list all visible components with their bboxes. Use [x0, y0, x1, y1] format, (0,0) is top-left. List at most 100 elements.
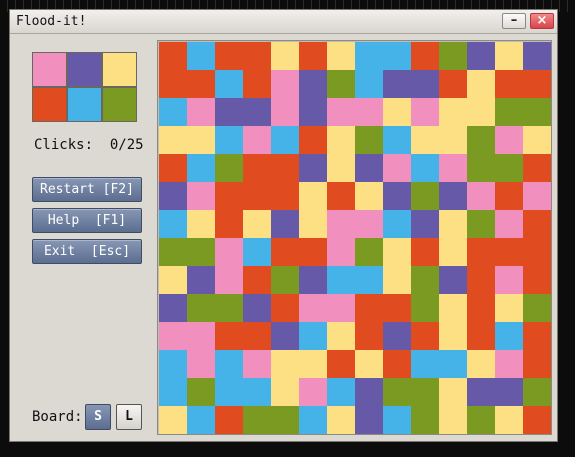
grid-cell [243, 238, 271, 266]
grid-cell [159, 154, 187, 182]
grid-cell [495, 70, 523, 98]
grid-cell [271, 42, 299, 70]
color-button-red[interactable] [32, 87, 67, 122]
grid-cell [523, 378, 551, 406]
clicks-counter: Clicks: 0/25 [34, 137, 144, 153]
grid-cell [271, 406, 299, 434]
grid-cell [159, 406, 187, 434]
grid-cell [383, 266, 411, 294]
grid-cell [383, 238, 411, 266]
grid-cell [383, 154, 411, 182]
help-button[interactable]: Help [F1] [32, 208, 142, 233]
grid-cell [271, 182, 299, 210]
restart-button[interactable]: Restart [F2] [32, 177, 142, 202]
board-small-button[interactable]: S [85, 404, 111, 430]
grid-cell [159, 266, 187, 294]
grid-cell [523, 70, 551, 98]
grid-cell [439, 322, 467, 350]
grid-cell [495, 98, 523, 126]
color-button-yellow[interactable] [102, 52, 137, 87]
grid-cell [327, 406, 355, 434]
grid-cell [215, 322, 243, 350]
grid-cell [299, 210, 327, 238]
grid-cell [495, 182, 523, 210]
grid-cell [271, 322, 299, 350]
grid-cell [187, 126, 215, 154]
grid-cell [187, 406, 215, 434]
close-button[interactable]: × [530, 13, 554, 29]
grid-cell [383, 70, 411, 98]
grid-cell [439, 210, 467, 238]
grid-cell [159, 238, 187, 266]
grid-cell [187, 350, 215, 378]
grid-cell [243, 322, 271, 350]
grid-cell [215, 238, 243, 266]
grid-cell [439, 238, 467, 266]
grid-cell [467, 378, 495, 406]
color-button-blue[interactable] [67, 87, 102, 122]
grid-cell [495, 154, 523, 182]
clicks-value: 0/25 [109, 137, 144, 153]
grid-cell [327, 350, 355, 378]
grid-cell [187, 210, 215, 238]
grid-cell [523, 126, 551, 154]
grid-cell [215, 210, 243, 238]
flood-grid[interactable] [159, 42, 551, 434]
title-bar[interactable]: Flood-it! – × [10, 10, 557, 34]
grid-cell [187, 378, 215, 406]
grid-cell [495, 322, 523, 350]
grid-cell [187, 182, 215, 210]
grid-cell [383, 406, 411, 434]
grid-cell [159, 182, 187, 210]
exit-button[interactable]: Exit [Esc] [32, 239, 142, 264]
grid-cell [411, 126, 439, 154]
grid-cell [523, 266, 551, 294]
grid-cell [411, 294, 439, 322]
grid-cell [215, 42, 243, 70]
grid-cell [383, 182, 411, 210]
board-large-button[interactable]: L [116, 404, 142, 430]
grid-cell [467, 238, 495, 266]
grid-cell [411, 182, 439, 210]
grid-cell [495, 406, 523, 434]
color-button-green[interactable] [102, 87, 137, 122]
grid-cell [439, 70, 467, 98]
grid-cell [299, 98, 327, 126]
grid-cell [215, 378, 243, 406]
grid-cell [467, 42, 495, 70]
grid-cell [215, 294, 243, 322]
color-button-purple[interactable] [67, 52, 102, 87]
board-size-label: Board: [32, 409, 83, 425]
grid-cell [355, 294, 383, 322]
grid-cell [383, 42, 411, 70]
grid-cell [467, 210, 495, 238]
grid-cell [383, 98, 411, 126]
grid-cell [523, 350, 551, 378]
grid-cell [327, 70, 355, 98]
grid-cell [215, 266, 243, 294]
grid-cell [355, 210, 383, 238]
grid-cell [439, 126, 467, 154]
grid-cell [243, 42, 271, 70]
grid-cell [411, 154, 439, 182]
grid-cell [327, 378, 355, 406]
grid-cell [243, 98, 271, 126]
grid-cell [215, 406, 243, 434]
grid-cell [411, 266, 439, 294]
color-button-pink[interactable] [32, 52, 67, 87]
minimize-button[interactable]: – [502, 13, 526, 29]
grid-cell [439, 378, 467, 406]
grid-cell [243, 126, 271, 154]
grid-cell [215, 182, 243, 210]
grid-cell [243, 406, 271, 434]
grid-cell [271, 378, 299, 406]
grid-cell [383, 294, 411, 322]
grid-cell [187, 322, 215, 350]
grid-cell [439, 294, 467, 322]
grid-cell [159, 322, 187, 350]
grid-cell [159, 350, 187, 378]
grid-cell [243, 70, 271, 98]
grid-cell [495, 294, 523, 322]
grid-cell [411, 210, 439, 238]
grid-cell [411, 322, 439, 350]
